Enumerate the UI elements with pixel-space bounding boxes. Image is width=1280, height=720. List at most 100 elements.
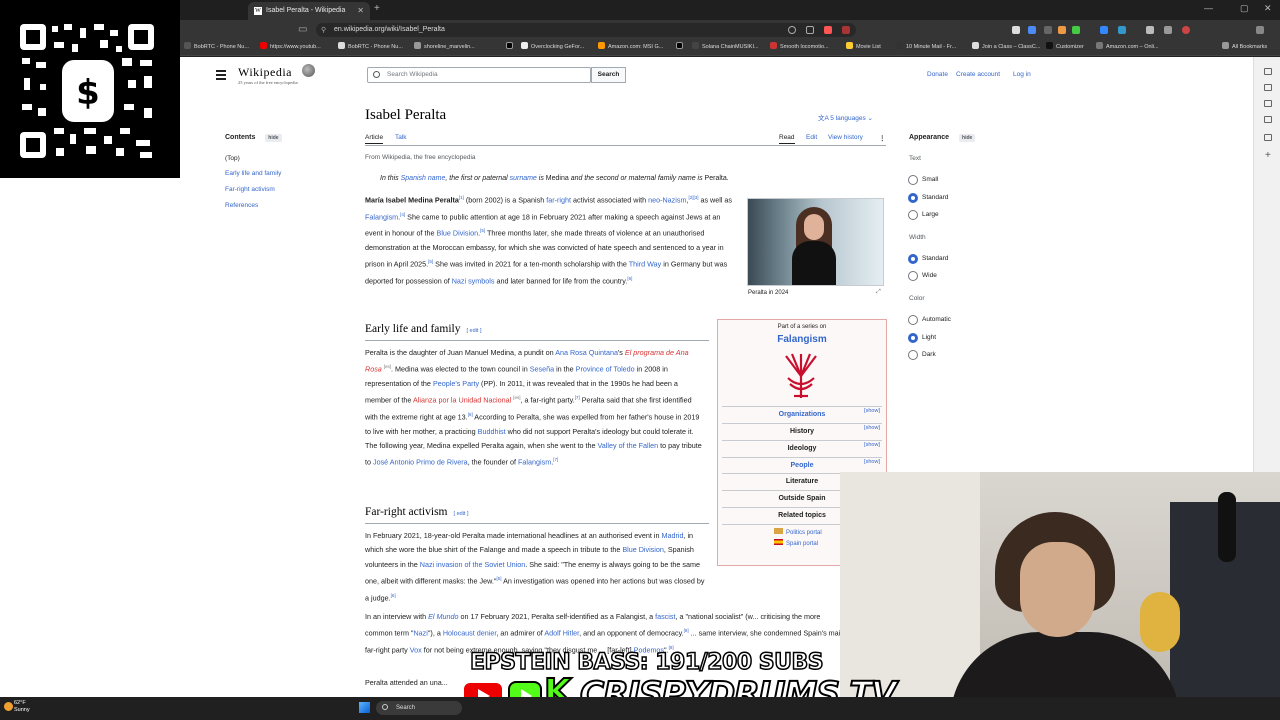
radio-text-small[interactable]	[908, 175, 918, 185]
enlarge-icon[interactable]: ⤢	[876, 289, 881, 296]
radio-color-light[interactable]	[908, 333, 918, 343]
infobox-row-ideology[interactable]: Ideology [show]	[722, 440, 882, 456]
reader-icon[interactable]	[806, 26, 814, 34]
bookmark-item[interactable]: 10 Minute Mail - Fr...	[896, 41, 956, 54]
extension-icon[interactable]	[1044, 26, 1052, 34]
infobox-row-people[interactable]: People [show]	[722, 457, 882, 473]
bookmark-item[interactable]: shoreline_marvelin...	[414, 41, 475, 54]
donate-link[interactable]: Donate	[927, 71, 948, 78]
logo-tagline: 25 years of the free encyclopedia	[238, 80, 298, 85]
bookmark-item[interactable]: Overclocking GeFor...	[521, 41, 584, 54]
extension-icon[interactable]	[1028, 26, 1036, 34]
toc-hide-button[interactable]: hide	[265, 134, 282, 142]
tab-article[interactable]: Article	[365, 134, 384, 144]
infobox-row-history[interactable]: History [show]	[722, 423, 882, 439]
url-field[interactable]: en.wikipedia.org/wiki/Isabel_Peralta	[316, 23, 856, 37]
svg-text:$: $	[76, 73, 100, 113]
tab-talk[interactable]: Talk	[395, 134, 407, 141]
appearance-hide-button[interactable]: hide	[959, 134, 976, 142]
toc-item-references[interactable]: References	[225, 202, 258, 209]
taskbar-search[interactable]: Search	[376, 701, 462, 715]
toc-item-early-life[interactable]: Early life and family	[225, 170, 281, 177]
bookmark-item[interactable]: Movie List	[846, 41, 881, 54]
tab-edit[interactable]: Edit	[806, 134, 817, 141]
close-window-icon[interactable]: ✕	[1264, 3, 1272, 14]
bookmark-item[interactable]: Smooth locomotio...	[770, 41, 829, 54]
login-link[interactable]: Log in	[1013, 71, 1031, 78]
profile-avatar-icon[interactable]	[1182, 26, 1190, 34]
toc-item-top[interactable]: (Top)	[225, 155, 240, 162]
edit-section-link[interactable]: [ edit ]	[454, 511, 469, 517]
spain-portal-link[interactable]: Spain portal	[774, 539, 818, 547]
wikipedia-favicon-icon: W	[254, 7, 262, 15]
link-surname[interactable]: surname	[510, 175, 537, 182]
windows-start-icon[interactable]	[359, 702, 370, 713]
text-size-label: Text	[909, 155, 921, 162]
sidebar-icon[interactable]	[1264, 116, 1272, 123]
radio-width-standard[interactable]	[908, 254, 918, 264]
tab-view-history[interactable]: View history	[828, 134, 863, 141]
infobox-title[interactable]: Falangism	[717, 334, 887, 345]
search-input[interactable]: Search Wikipedia	[367, 67, 591, 83]
width-label: Width	[909, 234, 926, 241]
bookmark-item[interactable]: https://www.youtub...	[260, 41, 321, 54]
radio-text-large[interactable]	[908, 210, 918, 220]
radio-label: Dark	[922, 351, 936, 358]
bookmark-item[interactable]: Join a Class – ClassC...	[972, 41, 1040, 54]
extension-icon[interactable]	[1058, 26, 1066, 34]
bookmark-item[interactable]: Amazon.com – Onli...	[1096, 41, 1159, 54]
radio-label: Wide	[922, 272, 937, 279]
bookmark-icon[interactable]: ▭	[298, 24, 307, 35]
bookmark-item[interactable]: Amazon.com: MSI G...	[598, 41, 663, 54]
bookmark-item[interactable]: BobRTC - Phone Nu...	[338, 41, 403, 54]
search-button[interactable]: Search	[591, 67, 626, 83]
link-spanish-name[interactable]: Spanish name	[401, 175, 446, 182]
extension-icon[interactable]	[1072, 26, 1080, 34]
radio-color-dark[interactable]	[908, 350, 918, 360]
sidebar-icon[interactable]	[1264, 134, 1272, 141]
languages-button[interactable]: 文A 5 languages ⌄	[818, 112, 873, 122]
wikipedia-logo[interactable]: Wikipedia	[238, 65, 292, 80]
weather-widget[interactable]: 62°F Sunny	[14, 700, 30, 714]
webcam-overlay	[840, 472, 1280, 720]
extensions-menu-icon[interactable]	[1164, 26, 1172, 34]
extension-icon[interactable]	[1118, 26, 1126, 34]
extension-icon[interactable]	[1146, 26, 1154, 34]
all-bookmarks[interactable]: All Bookmarks	[1222, 41, 1267, 54]
create-account-link[interactable]: Create account	[956, 71, 1000, 78]
tab-read[interactable]: Read	[779, 134, 795, 144]
edit-section-link[interactable]: [ edit ]	[466, 328, 481, 334]
rewards-icon[interactable]	[842, 26, 850, 34]
main-menu-icon[interactable]	[216, 70, 226, 82]
politics-portal-link[interactable]: Politics portal	[774, 528, 822, 536]
radio-label: Automatic	[922, 316, 951, 323]
new-tab-icon[interactable]: +	[374, 3, 380, 14]
x-bookmark-icon[interactable]	[676, 41, 686, 54]
site-info-icon[interactable]: ⚲	[321, 26, 326, 34]
extension-icon[interactable]	[1100, 26, 1108, 34]
menu-icon[interactable]	[1256, 26, 1264, 34]
brave-shield-icon[interactable]	[824, 26, 832, 34]
browser-tab[interactable]: W Isabel Peralta - Wikipedia ✕	[248, 2, 370, 20]
close-tab-icon[interactable]: ✕	[357, 2, 364, 20]
sidebar-icon[interactable]	[1264, 68, 1272, 75]
maximize-icon[interactable]: ▢	[1240, 3, 1249, 14]
radio-text-standard[interactable]	[908, 193, 918, 203]
infobox-row-organizations[interactable]: Organizations [show]	[722, 406, 882, 422]
x-bookmark-icon[interactable]	[506, 41, 516, 54]
radio-width-wide[interactable]	[908, 271, 918, 281]
radio-label: Standard	[922, 194, 949, 201]
minimize-icon[interactable]: —	[1204, 3, 1213, 13]
bookmark-item[interactable]: Solana ChainMUSIKI...	[692, 41, 759, 54]
bookmark-item[interactable]: Customizer	[1046, 41, 1084, 54]
toc-item-far-right[interactable]: Far-right activism	[225, 186, 275, 193]
sidebar-icon[interactable]	[1264, 100, 1272, 107]
portrait-image[interactable]	[747, 198, 884, 286]
bookmark-item[interactable]: BobRTC - Phone Nu...	[184, 41, 249, 54]
sidebar-icon[interactable]	[1264, 84, 1272, 91]
zoom-icon[interactable]	[788, 26, 796, 34]
extension-icon[interactable]	[1012, 26, 1020, 34]
add-sidebar-icon[interactable]: +	[1265, 150, 1271, 161]
more-tools-icon[interactable]: ⋮	[879, 134, 886, 142]
radio-color-automatic[interactable]	[908, 315, 918, 325]
